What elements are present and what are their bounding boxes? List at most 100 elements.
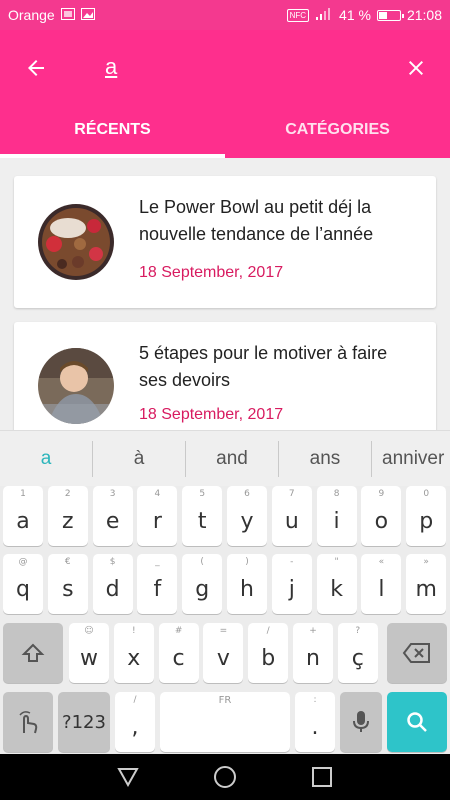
key-o[interactable]: 9o	[361, 486, 402, 546]
suggestion-item[interactable]: a	[0, 439, 92, 479]
key-alt-label: 0	[423, 489, 430, 499]
key-k[interactable]: " k	[316, 554, 357, 614]
key-label: k	[330, 576, 343, 602]
nav-recents-button[interactable]	[308, 763, 336, 791]
key-label: y	[240, 508, 254, 534]
image-notification-icon	[80, 7, 95, 23]
voice-input-key[interactable]	[340, 692, 382, 752]
key-s[interactable]: € s	[47, 554, 88, 614]
gesture-icon	[19, 711, 38, 734]
key-q[interactable]: @ q	[3, 554, 43, 614]
clear-search-button[interactable]	[396, 48, 436, 88]
key-p[interactable]: 0p	[406, 486, 447, 546]
key-ç[interactable]: ? ç	[337, 623, 378, 683]
key-f[interactable]: _ f	[137, 554, 178, 614]
comma-key[interactable]: / ,	[115, 692, 155, 752]
key-a[interactable]: 1a	[3, 486, 43, 546]
key-n[interactable]: + n	[293, 623, 333, 683]
key-alt-label: #	[174, 626, 183, 636]
key-label: w	[80, 645, 98, 671]
battery-icon	[376, 9, 404, 21]
symbols-label: ?123	[62, 711, 106, 733]
key-u[interactable]: 7u	[271, 486, 312, 546]
search-key[interactable]	[387, 692, 447, 752]
key-alt-label: +	[309, 626, 317, 636]
key-b[interactable]: / b	[248, 623, 289, 683]
triangle-back-icon	[117, 768, 140, 787]
suggestion-item[interactable]: à	[93, 439, 185, 479]
key-label: j	[288, 576, 295, 602]
key-alt-label: )	[245, 557, 249, 567]
key-alt-label: "	[334, 557, 339, 567]
key-label: t	[197, 508, 207, 534]
suggestion-item[interactable]: and	[186, 439, 278, 479]
key-r[interactable]: 4r	[137, 486, 178, 546]
key-label: l	[378, 576, 385, 602]
back-button[interactable]	[16, 48, 56, 88]
key-z[interactable]: 2z	[47, 486, 88, 546]
key-l[interactable]: «l	[361, 554, 402, 614]
soft-keyboard: ?123 / , FR : . 1 a 2 z 3 e 4 r 5 t 6 y 7 u 8 i 9 o 0 p @ q € s…	[0, 486, 450, 754]
article-title: Le Power Bowl au petit déj la nouvelle t…	[139, 197, 374, 244]
search-input[interactable]	[105, 50, 365, 84]
square-recents-icon	[311, 767, 332, 787]
shift-key[interactable]	[3, 623, 63, 683]
key-label: s	[62, 576, 74, 602]
article-card[interactable]: 5 étapes pour le motiver à faire ses dev…	[14, 322, 436, 430]
article-date: 18 September, 2017	[139, 264, 284, 281]
close-icon	[409, 61, 423, 75]
article-card[interactable]: Le Power Bowl au petit déj la nouvelle t…	[14, 176, 436, 308]
language-label: FR	[218, 695, 232, 706]
signal-icon	[315, 7, 333, 24]
carrier-label: Orange	[8, 7, 55, 23]
key-j[interactable]: -j	[271, 554, 312, 614]
article-title: 5 étapes pour le motiver à faire ses dev…	[139, 343, 388, 390]
nav-home-button[interactable]	[211, 763, 239, 791]
gesture-key[interactable]	[3, 692, 53, 752]
key-label: b	[261, 645, 276, 671]
status-bar: Orange NFC 41 % 21:08	[0, 0, 450, 30]
key-alt-label: /	[266, 626, 270, 636]
key-alt-label: 7	[288, 489, 295, 499]
suggestion-item[interactable]: ans	[279, 439, 371, 479]
tab-recents[interactable]: RÉCENTS	[0, 110, 225, 158]
space-key[interactable]: FR	[160, 692, 290, 752]
key-v[interactable]: = v	[203, 623, 244, 683]
suggestion-item[interactable]: anniver	[372, 439, 450, 479]
backspace-key[interactable]	[387, 623, 447, 683]
system-nav-bar	[0, 754, 450, 800]
key-label: c	[172, 645, 185, 671]
key-h[interactable]: ) h	[227, 554, 267, 614]
tab-label: RÉCENTS	[74, 121, 151, 138]
key-alt-label: 3	[109, 489, 116, 499]
key-label: v	[216, 645, 230, 671]
key-label: .	[311, 714, 319, 740]
key-alt-label: (	[200, 557, 204, 567]
key-x[interactable]: ! x	[113, 623, 154, 683]
key-c[interactable]: # c	[158, 623, 199, 683]
key-y[interactable]: 6y	[227, 486, 267, 546]
key-d[interactable]: $ d	[92, 554, 133, 614]
microphone-icon	[353, 711, 369, 732]
notification-icon	[60, 7, 75, 23]
period-key[interactable]: : .	[295, 692, 335, 752]
key-g[interactable]: (g	[182, 554, 223, 614]
tab-categories[interactable]: CATÉGORIES	[225, 110, 450, 158]
key-alt-label: 9	[378, 489, 385, 499]
key-alt-label: 1	[20, 489, 26, 499]
key-i[interactable]: 8i	[316, 486, 357, 546]
nav-back-button[interactable]	[114, 763, 142, 791]
key-t[interactable]: 5t	[182, 486, 223, 546]
key-alt-label: :	[313, 695, 317, 705]
key-alt-label: 4	[154, 489, 161, 499]
key-alt-label: -	[290, 557, 294, 567]
symbols-key[interactable]: ?123	[58, 692, 110, 752]
key-label: n	[306, 645, 320, 671]
backspace-icon	[402, 643, 430, 663]
battery-percent: 41 %	[339, 7, 371, 23]
key-e[interactable]: 3e	[92, 486, 133, 546]
tab-label: CATÉGORIES	[285, 121, 390, 138]
clock: 21:08	[406, 7, 442, 23]
key-m[interactable]: » m	[406, 554, 447, 614]
key-w[interactable]: ☺ w	[69, 623, 109, 683]
